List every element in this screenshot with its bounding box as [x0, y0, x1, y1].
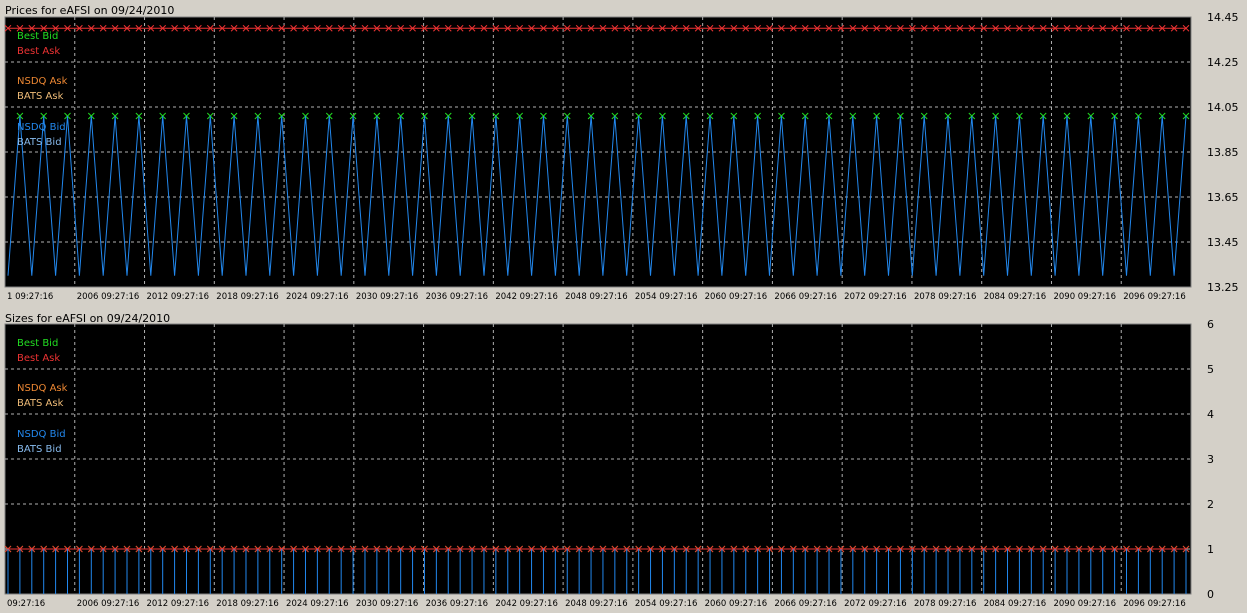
sizes-y-tick-label: 4 — [1207, 408, 1214, 421]
sizes-x-tick-label: 2060 09:27:16 — [705, 599, 768, 609]
prices-y-tick-label: 14.25 — [1207, 56, 1239, 69]
prices-legend-item: BATS Ask — [17, 91, 64, 102]
sizes-x-tick-label: 2024 09:27:16 — [286, 599, 349, 609]
sizes-x-tick-label: 2006 09:27:16 — [77, 599, 140, 609]
prices-x-tick-label: 2096 09:27:16 — [1123, 292, 1186, 302]
sizes-y-tick-label: 5 — [1207, 363, 1214, 376]
prices-y-tick-label: 14.05 — [1207, 101, 1239, 114]
prices-x-tick-label: 2042 09:27:16 — [495, 292, 558, 302]
prices-x-tick-label: 2030 09:27:16 — [356, 292, 419, 302]
prices-legend-item: NSDQ Bid — [17, 122, 66, 133]
prices-legend-item: Best Bid — [17, 31, 58, 42]
prices-y-tick-label: 13.25 — [1207, 281, 1239, 294]
sizes-x-tick-label: 2096 09:27:16 — [1123, 599, 1186, 609]
prices-x-tick-label: 2036 09:27:16 — [426, 292, 489, 302]
prices-y-tick-label: 13.45 — [1207, 236, 1239, 249]
prices-y-tick-label: 13.85 — [1207, 146, 1239, 159]
sizes-x-tick-label: 2048 09:27:16 — [565, 599, 628, 609]
sizes-x-tick-label: 2030 09:27:16 — [356, 599, 419, 609]
sizes-x-tick-label: 2084 09:27:16 — [984, 599, 1047, 609]
prices-legend-item: NSDQ Ask — [17, 76, 68, 87]
sizes-legend-item: Best Ask — [17, 353, 60, 364]
prices-panel: Prices for eAFSI on 09/24/2010 14.45 14.2… — [0, 0, 1247, 307]
prices-x-tick-label: 2006 09:27:16 — [77, 292, 140, 302]
sizes-panel: Sizes for eAFSI on 09/24/2010 6 5 4 3 2 1 0 09:… — [0, 307, 1247, 613]
prices-legend-item: Best Ask — [17, 46, 60, 57]
prices-x-tick-label: 2018 09:27:16 — [216, 292, 279, 302]
sizes-x-tick-label: 2036 09:27:16 — [426, 599, 489, 609]
prices-x-tick-label: 1 09:27:16 — [7, 292, 53, 302]
sizes-x-tick-label: 2042 09:27:16 — [495, 599, 558, 609]
sizes-legend-item: NSDQ Bid — [17, 429, 66, 440]
prices-y-tick-label: 14.45 — [1207, 11, 1239, 24]
prices-x-tick-label: 2060 09:27:16 — [705, 292, 768, 302]
sizes-x-tick-label: 2018 09:27:16 — [216, 599, 279, 609]
prices-x-tick-label: 2012 09:27:16 — [147, 292, 210, 302]
sizes-legend-item: BATS Bid — [17, 444, 62, 455]
prices-y-tick-label: 13.65 — [1207, 191, 1239, 204]
sizes-y-tick-label: 1 — [1207, 543, 1214, 556]
sizes-y-tick-label: 2 — [1207, 498, 1214, 511]
sizes-y-tick-label: 0 — [1207, 588, 1214, 601]
prices-x-tick-label: 2090 09:27:16 — [1053, 292, 1116, 302]
sizes-x-tick-label: 2066 09:27:16 — [774, 599, 837, 609]
prices-x-tick-label: 2048 09:27:16 — [565, 292, 628, 302]
prices-x-tick-label: 2066 09:27:16 — [774, 292, 837, 302]
prices-x-tick-label: 2078 09:27:16 — [914, 292, 977, 302]
sizes-y-tick-label: 3 — [1207, 453, 1214, 466]
sizes-legend-item: Best Bid — [17, 338, 58, 349]
sizes-x-tick-label: 2078 09:27:16 — [914, 599, 977, 609]
sizes-x-tick-label: 2054 09:27:16 — [635, 599, 698, 609]
sizes-chart: 6 5 4 3 2 1 0 09:27:16 2006 09:27:16 2012 09:27:1… — [4, 318, 1214, 609]
sizes-legend-item: BATS Ask — [17, 398, 64, 409]
sizes-y-tick-label: 6 — [1207, 318, 1214, 331]
sizes-x-tick-label: 2012 09:27:16 — [147, 599, 210, 609]
prices-chart: 14.45 14.25 14.05 13.85 13.65 13.45 13.25 1 09:… — [4, 11, 1239, 302]
sizes-x-tick-label: 2072 09:27:16 — [844, 599, 907, 609]
prices-x-tick-label: 2084 09:27:16 — [984, 292, 1047, 302]
prices-x-tick-label: 2054 09:27:16 — [635, 292, 698, 302]
sizes-x-tick-label: 2090 09:27:16 — [1053, 599, 1116, 609]
sizes-legend-item: NSDQ Ask — [17, 383, 68, 394]
sizes-x-tick-label: 09:27:16 — [7, 599, 45, 609]
prices-legend-item: BATS Bid — [17, 137, 62, 148]
prices-x-tick-label: 2072 09:27:16 — [844, 292, 907, 302]
prices-x-tick-label: 2024 09:27:16 — [286, 292, 349, 302]
